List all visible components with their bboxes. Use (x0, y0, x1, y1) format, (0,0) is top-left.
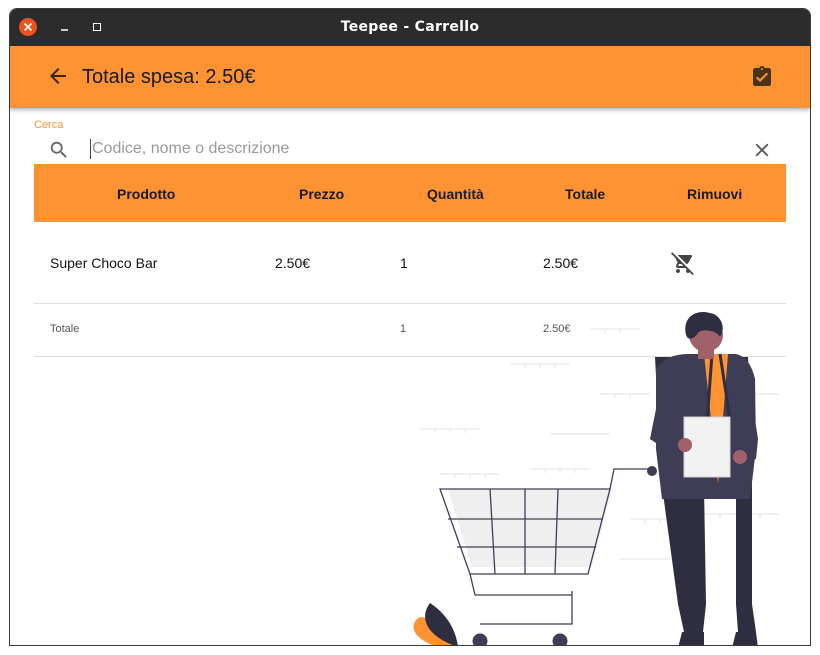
search-label: Cerca (34, 119, 64, 131)
app-window: Teepee - Carrello Totale spesa: 2.50€ Ce… (9, 8, 811, 646)
arrow-back-icon (50, 68, 66, 84)
remove-cart-icon (671, 252, 694, 275)
cell-quantity[interactable]: 1 (400, 255, 408, 271)
window-title: Teepee - Carrello (340, 19, 480, 35)
table-row: Super Choco Bar 2.50€ 1 2.50€ (34, 222, 786, 304)
column-header-price: Prezzo (299, 186, 345, 202)
cell-total: 2.50€ (543, 255, 579, 271)
back-button[interactable] (46, 64, 70, 88)
page-title: Totale spesa: 2.50€ (82, 66, 256, 88)
column-header-remove: Rimuovi (687, 186, 743, 202)
confirm-order-button[interactable] (750, 65, 774, 89)
title-bar: Teepee - Carrello (10, 9, 810, 46)
app-bar: Totale spesa: 2.50€ (10, 46, 810, 108)
search-icon (48, 139, 70, 161)
cell-product: Super Choco Bar (50, 255, 158, 271)
column-header-product: Prodotto (117, 186, 176, 202)
remove-item-button[interactable] (671, 251, 695, 275)
clear-search-button[interactable] (751, 139, 773, 161)
table-header: Prodotto Prezzo Quantità Totale Rimuovi (34, 164, 786, 222)
column-header-total: Totale (565, 186, 606, 202)
cell-price: 2.50€ (275, 255, 311, 271)
clipboard-check-icon (753, 66, 771, 86)
column-header-quantity: Quantità (427, 186, 484, 202)
footer-label: Totale (50, 323, 80, 335)
search-input[interactable] (90, 139, 712, 159)
clear-icon (755, 143, 769, 157)
shopping-illustration (413, 311, 780, 645)
